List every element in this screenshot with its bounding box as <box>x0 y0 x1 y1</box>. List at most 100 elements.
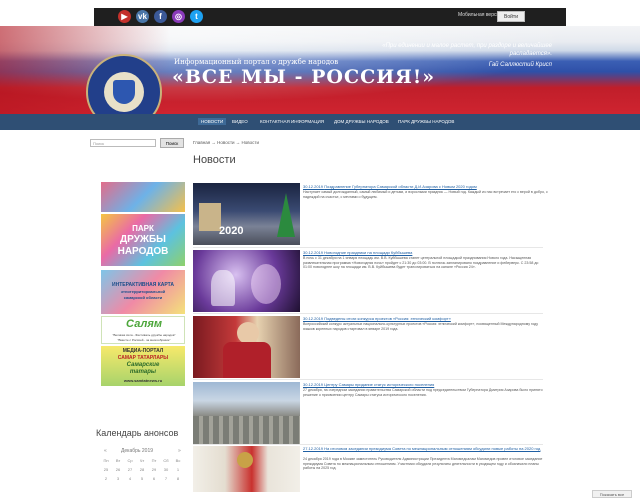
search-button[interactable]: Поиск <box>160 138 184 148</box>
news-image[interactable] <box>193 250 300 312</box>
light-figure-shape <box>251 264 281 304</box>
media-url: www.samtatnews.ru <box>123 378 163 383</box>
calendar-day[interactable]: 28 <box>136 467 148 472</box>
salam-sub2: "Вместе с Россией - за многообразие" <box>117 338 171 342</box>
calendar-day[interactable]: 2 <box>100 476 112 481</box>
news-title-link[interactable]: 30.12.2019 Центру Самары придание статус… <box>303 382 543 387</box>
costume-shape <box>223 342 271 378</box>
banner-friendship-park[interactable]: ПАРК ДРУЖБЫ НАРОДОВ <box>101 214 185 266</box>
vk-icon[interactable]: vk <box>136 10 149 23</box>
news-date: 30.12.2019 <box>303 316 324 321</box>
youtube-icon[interactable]: ▶ <box>118 10 131 23</box>
calendar-day[interactable]: 1 <box>172 467 184 472</box>
news-title-link[interactable]: 27.12.2019 На итоговом заседании президи… <box>303 446 543 451</box>
news-title[interactable]: Новогодние праздники на площади Куйбышев… <box>324 250 412 255</box>
park-line2: ДРУЖБЫ <box>120 234 166 245</box>
calendar-day[interactable]: 26 <box>112 467 124 472</box>
calendar-day[interactable]: 4 <box>124 476 136 481</box>
main-nav: НОВОСТИ ВИДЕО КОНТАКТНАЯ ИНФОРМАЦИЯ ДОМ … <box>0 114 640 130</box>
samara-coat-of-arms-icon <box>113 80 135 104</box>
media-line4: татары <box>129 369 157 375</box>
divider <box>193 247 543 248</box>
news-title-link[interactable]: 30.12.2019 Поздравление Губернатора Сама… <box>303 184 543 189</box>
facebook-icon[interactable]: f <box>154 10 167 23</box>
calendar-weekdays: Пн Вт Ср Чт Пт Сб Вс <box>100 458 186 463</box>
news-date: 30.12.2019 <box>303 184 324 189</box>
salam-sub1: "Великая сила - Фестиваль дружбы народов… <box>112 333 176 337</box>
weekday: Пт <box>151 458 157 463</box>
calendar-day[interactable]: 5 <box>136 476 148 481</box>
mobile-version-label: Мобильная версия <box>458 12 502 18</box>
news-title[interactable]: Подведены итоги конкурса проектов «Росси… <box>324 316 451 321</box>
banner-media-portal[interactable]: МЕДИА-ПОРТАЛ САМАР ТАТАРЛАРЫ Самарские т… <box>101 346 185 386</box>
media-line1: МЕДИА-ПОРТАЛ <box>122 348 164 354</box>
weekday: Сб <box>163 458 169 463</box>
page-title: Новости <box>193 154 236 166</box>
twitter-icon[interactable]: t <box>190 10 203 23</box>
park-line3: НАРОДОВ <box>117 246 169 257</box>
calendar-next-icon[interactable]: » <box>178 448 181 454</box>
news-excerpt: 27 декабря, на очередном заседании прави… <box>303 388 543 397</box>
news-title-link[interactable]: 30.12.2019 Подведены итоги конкурса прое… <box>303 316 543 321</box>
nav-item-contacts[interactable]: КОНТАКТНАЯ ИНФОРМАЦИЯ <box>260 119 324 124</box>
weekday: Чт <box>139 458 145 463</box>
news-title-link[interactable]: 30.12.2019 Новогодние праздники на площа… <box>303 250 543 255</box>
calendar-week: 25 26 27 28 29 30 1 <box>100 467 186 472</box>
calendar-prev-icon[interactable]: « <box>104 448 107 454</box>
news-image[interactable]: 2020 <box>193 183 300 245</box>
news-image[interactable] <box>193 382 300 444</box>
site-header: ДН Информационный портал о дружбе народо… <box>0 26 640 114</box>
mobile-version-button[interactable]: Войти <box>497 11 525 22</box>
show-all-button[interactable]: Показать все <box>592 490 632 498</box>
calendar-day[interactable]: 25 <box>100 467 112 472</box>
news-title[interactable]: Центру Самары придание статус историческ… <box>324 382 434 387</box>
news-date: 30.12.2019 <box>303 382 324 387</box>
media-line3: Самарские <box>126 362 160 368</box>
site-title[interactable]: «ВСЕ МЫ - РОССИЯ!» <box>172 66 435 88</box>
building-shape <box>199 203 221 231</box>
news-image[interactable] <box>193 316 300 378</box>
calendar-day[interactable]: 6 <box>148 476 160 481</box>
divider <box>193 444 543 445</box>
weekday: Вт <box>115 458 121 463</box>
calendar-day[interactable]: 8 <box>172 476 184 481</box>
news-excerpt: В ночь с 31 декабря на 1 января площадь … <box>303 256 539 269</box>
nav-item-video[interactable]: ВИДЕО <box>232 119 248 124</box>
top-bar: ▶ vk f ◎ t Мобильная версия Войти G+ <box>94 8 640 26</box>
news-date: 27.12.2019 <box>303 446 324 451</box>
news-image[interactable] <box>193 446 300 492</box>
weekday: Пн <box>103 458 109 463</box>
google-plus-icon[interactable]: G+ <box>634 10 640 19</box>
calendar-day[interactable]: 3 <box>112 476 124 481</box>
news-title[interactable]: Поздравление Губернатора Самарской облас… <box>324 184 477 189</box>
calendar-day[interactable]: 27 <box>124 467 136 472</box>
face-shape <box>237 322 259 344</box>
search-input[interactable]: Поиск <box>90 139 156 147</box>
quote-author: Гай Саллюстий Крисп <box>488 62 552 68</box>
calendar-day[interactable]: 7 <box>160 476 172 481</box>
map-line1: ИНТЕРАКТИВНАЯ КАРТА <box>111 282 175 288</box>
calendar-week: 2345678 <box>100 476 186 481</box>
news-title[interactable]: На итоговом заседании президиума Совета … <box>324 446 540 451</box>
weekday: Вс <box>175 458 181 463</box>
news-excerpt: 24 декабря 2019 года в Москве заместител… <box>303 457 543 470</box>
christmas-tree-icon <box>277 193 295 237</box>
breadcrumb[interactable]: Главная → Новости → Новости <box>193 140 259 145</box>
divider <box>193 379 543 380</box>
banner-salam[interactable]: Салям "Великая сила - Фестиваль дружбы н… <box>101 316 185 344</box>
news-excerpt: Всероссийский конкурс актуальных национа… <box>303 322 539 331</box>
nav-item-news[interactable]: НОВОСТИ <box>198 118 227 125</box>
calendar-day[interactable]: 30 <box>160 467 172 472</box>
news-excerpt: Наступает самый долгожданный, самый люби… <box>303 190 548 199</box>
image-2020-label: 2020 <box>219 225 244 237</box>
news-date: 30.12.2019 <box>303 250 324 255</box>
banner-festival[interactable] <box>101 182 185 212</box>
weekday: Ср <box>127 458 133 463</box>
calendar-month: Декабрь 2019 <box>121 448 154 454</box>
calendar-day[interactable]: 29 <box>148 467 160 472</box>
nav-item-friendship-house[interactable]: ДОМ ДРУЖБЫ НАРОДОВ <box>334 119 389 124</box>
instagram-icon[interactable]: ◎ <box>172 10 185 23</box>
nav-item-friendship-park[interactable]: ПАРК ДРУЖБЫ НАРОДОВ <box>398 119 454 124</box>
light-figure-shape <box>211 270 235 306</box>
banner-interactive-map[interactable]: ИНТЕРАКТИВНАЯ КАРТА этнотерриториальной … <box>101 270 185 314</box>
